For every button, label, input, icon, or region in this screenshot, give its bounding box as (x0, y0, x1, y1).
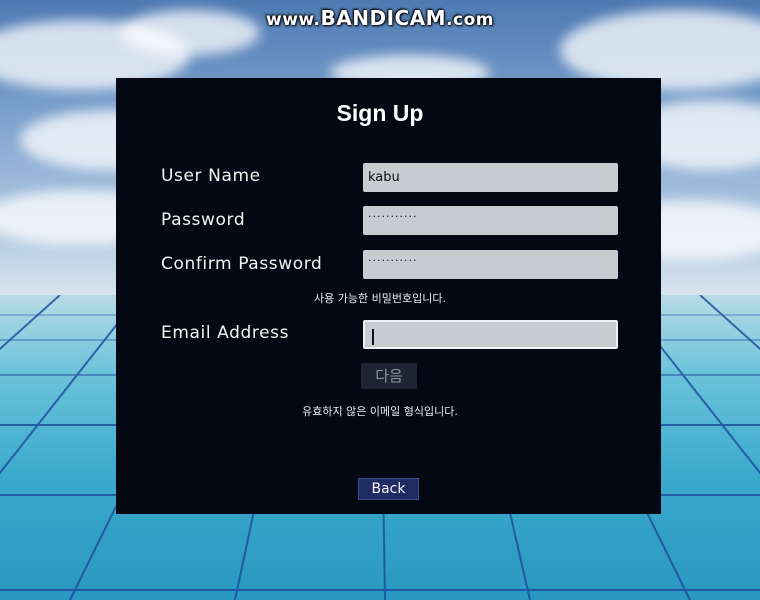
watermark-suffix: .com (446, 10, 494, 30)
back-button[interactable]: Back (358, 478, 419, 500)
email-invalid-message: 유효하지 않은 이메일 형식입니다. (302, 405, 458, 418)
password-value: ··········· (368, 210, 418, 223)
password-valid-message: 사용 가능한 비밀번호입니다. (314, 292, 446, 305)
username-value: kabu (368, 170, 400, 185)
page-title: Sign Up (336, 100, 424, 126)
password-label: Password (161, 210, 246, 230)
text-caret (372, 328, 374, 345)
next-button[interactable]: 다음 (361, 363, 417, 389)
username-label: User Name (161, 166, 261, 186)
confirm-password-label: Confirm Password (161, 254, 323, 274)
password-field[interactable]: ··········· (363, 206, 618, 235)
username-field[interactable]: kabu (363, 163, 618, 192)
confirm-password-field[interactable]: ··········· (363, 250, 618, 279)
confirm-password-value: ··········· (368, 254, 418, 267)
email-label: Email Address (161, 323, 290, 343)
watermark-brand: BANDICAM (320, 6, 447, 30)
bandicam-watermark: www.BANDICAM.com (0, 6, 760, 30)
email-field[interactable] (363, 320, 618, 349)
watermark-prefix: www. (266, 10, 321, 30)
